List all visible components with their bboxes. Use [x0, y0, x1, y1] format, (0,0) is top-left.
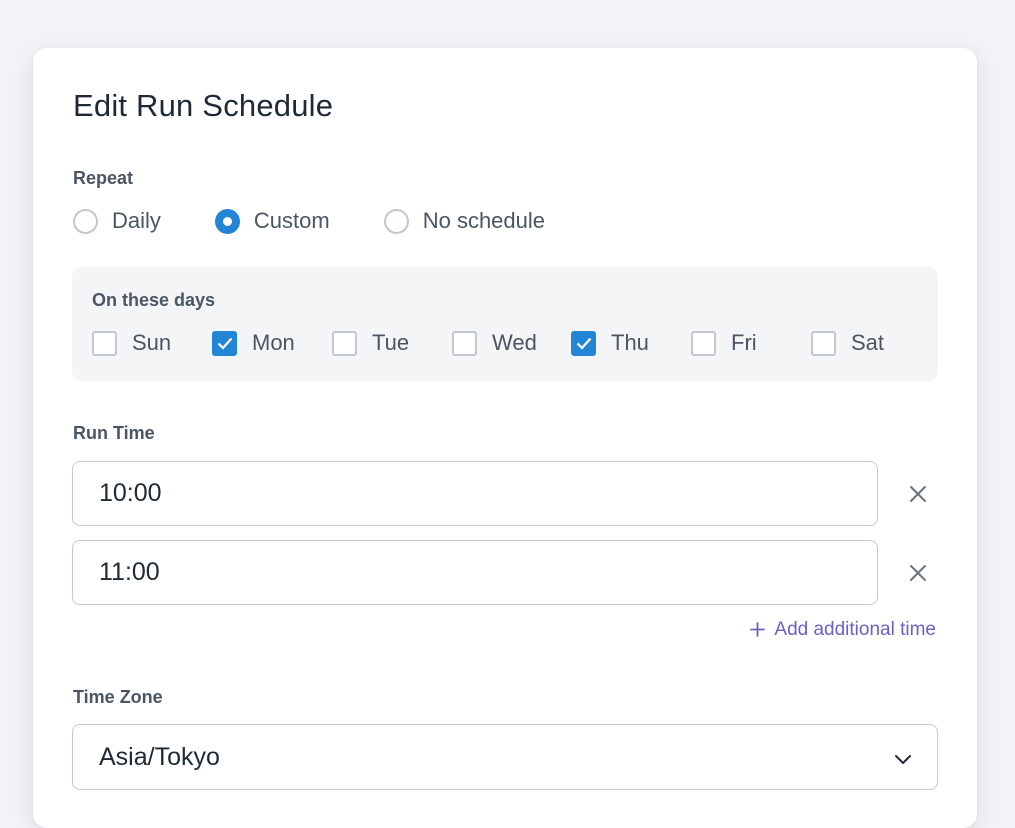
checkbox-icon — [332, 330, 357, 356]
close-icon[interactable] — [905, 560, 931, 586]
repeat-radio-group: Daily Custom No schedule — [73, 208, 545, 234]
run-time-input-1[interactable]: 10:00 — [72, 461, 878, 526]
day-label: Wed — [492, 330, 537, 355]
repeat-option-daily[interactable]: Daily — [73, 208, 161, 234]
repeat-option-custom[interactable]: Custom — [214, 208, 330, 234]
day-label: Tue — [372, 330, 410, 355]
repeat-option-label: No schedule — [422, 208, 546, 233]
day-checkbox-sun[interactable]: Sun — [92, 330, 171, 356]
day-label: Sat — [851, 330, 885, 355]
day-checkbox-thu[interactable]: Thu — [571, 330, 649, 356]
checkbox-icon — [691, 330, 716, 356]
time-zone-select[interactable]: Asia/Tokyo — [72, 724, 938, 790]
run-time-label: Run Time — [73, 423, 155, 443]
add-additional-time-button[interactable]: Add additional time — [750, 619, 936, 641]
run-time-input-2[interactable]: 11:00 — [72, 540, 878, 605]
day-checkbox-wed[interactable]: Wed — [452, 330, 537, 356]
checkbox-icon — [452, 330, 477, 356]
chevron-down-icon — [893, 747, 913, 776]
days-panel: On these days Sun Mon Tue Wed Thu Fri Sa… — [72, 267, 938, 381]
add-additional-time-label: Add additional time — [774, 619, 936, 640]
days-label: On these days — [92, 290, 216, 310]
plus-icon — [750, 619, 766, 641]
checkbox-checked-icon — [212, 330, 237, 356]
checkbox-icon — [811, 330, 836, 356]
radio-selected-icon — [214, 208, 240, 234]
day-checkbox-fri[interactable]: Fri — [691, 330, 757, 356]
repeat-label: Repeat — [73, 168, 134, 188]
day-label: Thu — [611, 330, 649, 355]
repeat-option-label: Daily — [112, 208, 161, 233]
day-label: Mon — [252, 330, 295, 355]
day-label: Fri — [731, 330, 757, 355]
time-zone-value: Asia/Tokyo — [99, 742, 220, 771]
day-checkbox-sat[interactable]: Sat — [811, 330, 884, 356]
repeat-option-label: Custom — [253, 208, 330, 233]
checkbox-icon — [92, 330, 117, 356]
checkbox-checked-icon — [571, 330, 596, 356]
edit-run-schedule-dialog: Edit Run Schedule Repeat Daily Custom No… — [33, 48, 977, 828]
dialog-title: Edit Run Schedule — [73, 88, 334, 123]
time-zone-label: Time Zone — [73, 687, 163, 707]
day-checkbox-mon[interactable]: Mon — [212, 330, 295, 356]
repeat-option-no-schedule[interactable]: No schedule — [383, 208, 546, 234]
radio-icon — [73, 208, 98, 234]
day-label: Sun — [132, 330, 172, 355]
day-checkbox-tue[interactable]: Tue — [332, 330, 409, 356]
radio-icon — [383, 208, 409, 234]
close-icon[interactable] — [905, 481, 931, 507]
